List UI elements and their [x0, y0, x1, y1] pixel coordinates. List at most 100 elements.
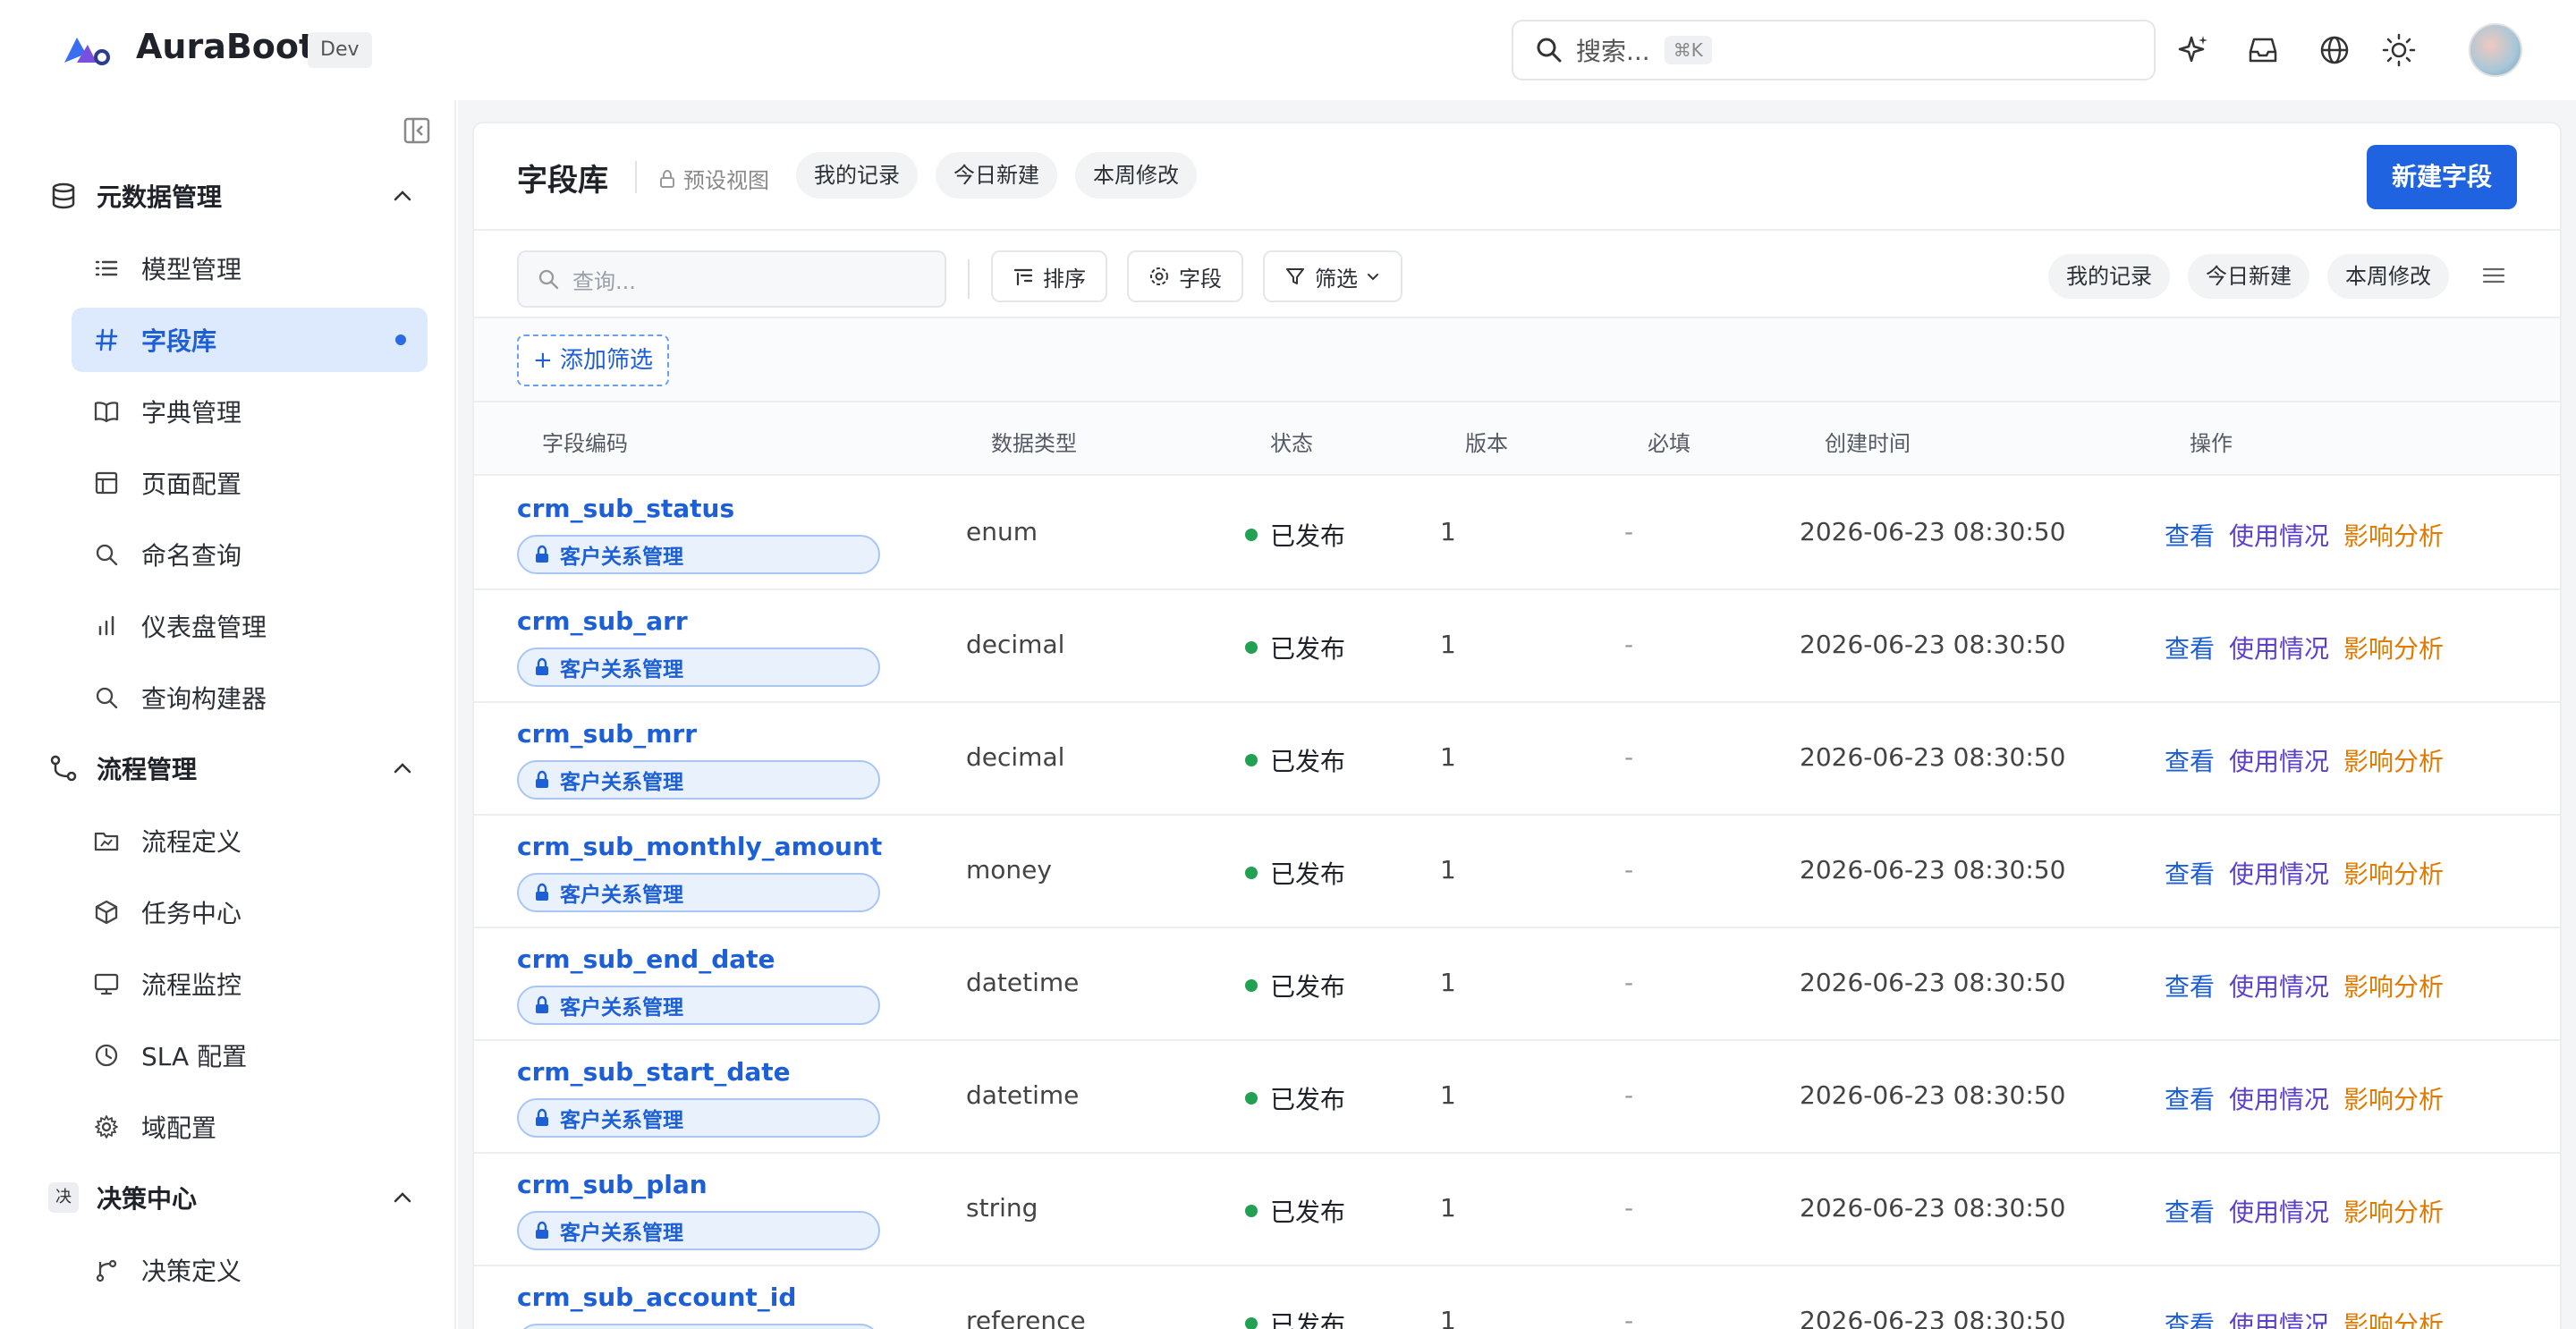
- global-search-input[interactable]: 搜索... ⌘K: [1512, 20, 2156, 80]
- column-header[interactable]: 字段编码: [542, 426, 628, 457]
- preset-view-label[interactable]: 预设视图: [658, 163, 769, 194]
- sort-button[interactable]: 排序: [991, 250, 1107, 302]
- new-field-button[interactable]: 新建字段: [2366, 145, 2517, 209]
- impact-analysis-action-link[interactable]: 影响分析: [2343, 742, 2444, 778]
- lock-icon: [660, 169, 674, 188]
- quick-filter-my-records[interactable]: 我的记录: [796, 152, 918, 199]
- folder-chart-icon: [94, 832, 119, 851]
- field-code-link[interactable]: crm_sub_mrr: [517, 719, 697, 749]
- impact-analysis-action-link[interactable]: 影响分析: [2343, 517, 2444, 553]
- sidebar-group-decision[interactable]: 决 决策中心: [48, 1175, 415, 1220]
- usage-action-link[interactable]: 使用情况: [2229, 855, 2329, 891]
- view-action-link[interactable]: 查看: [2165, 742, 2215, 778]
- sidebar-item-label: 仪表盘管理: [141, 613, 267, 642]
- chevron-up-icon[interactable]: [390, 1185, 415, 1210]
- status-label: 已发布: [1270, 1310, 1346, 1329]
- column-header[interactable]: 版本: [1465, 426, 1508, 457]
- view-action-link[interactable]: 查看: [2165, 1080, 2215, 1116]
- usage-action-link[interactable]: 使用情况: [2229, 1306, 2329, 1329]
- sidebar-group-metadata[interactable]: 元数据管理: [48, 174, 415, 218]
- user-avatar[interactable]: [2469, 23, 2522, 77]
- status-label: 已发布: [1270, 972, 1346, 1002]
- column-header[interactable]: 数据类型: [991, 426, 1077, 457]
- created-time-cell: 2026-06-23 08:30:50: [1800, 968, 2066, 997]
- view-action-link[interactable]: 查看: [2165, 517, 2215, 553]
- add-filter-button[interactable]: + 添加筛选: [517, 334, 670, 386]
- filter-dropdown[interactable]: 筛选: [1263, 250, 1402, 302]
- column-header[interactable]: 必填: [1648, 426, 1690, 457]
- sidebar-item-process-monitor[interactable]: 流程监控: [72, 952, 428, 1016]
- fields-button[interactable]: 字段: [1127, 250, 1243, 302]
- sidebar-item-page-config[interactable]: 页面配置: [72, 451, 428, 515]
- sidebar-item-task-center[interactable]: 任务中心: [72, 880, 428, 944]
- field-code-link[interactable]: crm_sub_start_date: [517, 1057, 791, 1087]
- inbox-icon[interactable]: [2245, 32, 2281, 68]
- impact-analysis-action-link[interactable]: 影响分析: [2343, 855, 2444, 891]
- data-type-cell: decimal: [966, 630, 1065, 659]
- divider: [635, 161, 637, 193]
- field-code-link[interactable]: crm_sub_end_date: [517, 944, 775, 974]
- view-action-link[interactable]: 查看: [2165, 968, 2215, 1003]
- query-placeholder: 查询...: [572, 268, 636, 294]
- menu-icon[interactable]: [2481, 265, 2506, 286]
- usage-action-link[interactable]: 使用情况: [2229, 1193, 2329, 1229]
- module-tag-label: 客户关系管理: [560, 1109, 683, 1132]
- sidebar-item-dashboard[interactable]: 仪表盘管理: [72, 594, 428, 658]
- sidebar-item-field-library[interactable]: 字段库: [72, 308, 428, 372]
- sidebar-item-query-builder[interactable]: 查询构建器: [72, 665, 428, 730]
- sidebar-group-label: 流程管理: [97, 755, 198, 784]
- auraboot-logo-icon[interactable]: [61, 32, 111, 68]
- quick-filter-today-new[interactable]: 今日新建: [2188, 254, 2309, 299]
- usage-action-link[interactable]: 使用情况: [2229, 968, 2329, 1003]
- field-code-link[interactable]: crm_sub_account_id: [517, 1282, 796, 1312]
- table-row[interactable]: crm_sub_monthly_amount 客户关系管理 money 已发布 1 - 20…: [474, 816, 2560, 928]
- sidebar-item-models[interactable]: 模型管理: [72, 236, 428, 301]
- impact-analysis-action-link[interactable]: 影响分析: [2343, 1193, 2444, 1229]
- usage-action-link[interactable]: 使用情况: [2229, 742, 2329, 778]
- sidebar-group-workflow[interactable]: 流程管理: [48, 746, 415, 791]
- column-header[interactable]: 状态: [1270, 426, 1313, 457]
- sidebar-item-dictionary[interactable]: 字典管理: [72, 379, 428, 444]
- search-icon: [1537, 38, 1562, 63]
- query-input[interactable]: 查询...: [517, 250, 946, 308]
- field-code-link[interactable]: crm_sub_arr: [517, 606, 688, 636]
- view-action-link[interactable]: 查看: [2165, 1306, 2215, 1329]
- table-row[interactable]: crm_sub_mrr 客户关系管理 decimal 已发布 1 - 2026-06-23 …: [474, 703, 2560, 816]
- sidebar-item-named-query[interactable]: 命名查询: [72, 522, 428, 587]
- table-row[interactable]: crm_sub_start_date 客户关系管理 datetime 已发布 1 - 202…: [474, 1041, 2560, 1154]
- table-row[interactable]: crm_sub_end_date 客户关系管理 datetime 已发布 1 - 2026-…: [474, 928, 2560, 1041]
- sidebar-collapse-icon[interactable]: [402, 116, 431, 145]
- table-row[interactable]: crm_sub_arr 客户关系管理 decimal 已发布 1 - 2026-06-23 …: [474, 590, 2560, 703]
- table-row[interactable]: crm_sub_status 客户关系管理 enum 已发布 1 - 2026-06-23 …: [474, 478, 2560, 590]
- field-code-link[interactable]: crm_sub_plan: [517, 1170, 708, 1199]
- usage-action-link[interactable]: 使用情况: [2229, 1080, 2329, 1116]
- view-action-link[interactable]: 查看: [2165, 1193, 2215, 1229]
- column-header[interactable]: 创建时间: [1825, 426, 1911, 457]
- chevron-up-icon[interactable]: [390, 756, 415, 781]
- field-code-link[interactable]: crm_sub_monthly_amount: [517, 832, 882, 861]
- table-row[interactable]: crm_sub_plan 客户关系管理 string 已发布 1 - 2026-06-23 …: [474, 1154, 2560, 1266]
- view-action-link[interactable]: 查看: [2165, 630, 2215, 665]
- quick-filter-week-modified[interactable]: 本周修改: [1075, 152, 1197, 199]
- sparkle-icon[interactable]: [2175, 32, 2211, 68]
- quick-filter-today-new[interactable]: 今日新建: [936, 152, 1057, 199]
- module-tag: 客户关系管理: [517, 1324, 880, 1329]
- quick-filter-my-records[interactable]: 我的记录: [2048, 254, 2170, 299]
- chevron-up-icon[interactable]: [390, 183, 415, 208]
- sidebar-item-process-definition[interactable]: 流程定义: [72, 808, 428, 873]
- globe-icon[interactable]: [2317, 32, 2352, 68]
- quick-filter-week-modified[interactable]: 本周修改: [2327, 254, 2449, 299]
- view-action-link[interactable]: 查看: [2165, 855, 2215, 891]
- theme-sun-icon[interactable]: [2381, 32, 2417, 68]
- sidebar-item-decision-definition[interactable]: 决策定义: [72, 1238, 428, 1302]
- impact-analysis-action-link[interactable]: 影响分析: [2343, 630, 2444, 665]
- sidebar-item-domain-config[interactable]: 域配置: [72, 1095, 428, 1159]
- field-code-link[interactable]: crm_sub_status: [517, 494, 734, 523]
- sidebar-item-sla-config[interactable]: SLA 配置: [72, 1023, 428, 1088]
- impact-analysis-action-link[interactable]: 影响分析: [2343, 1306, 2444, 1329]
- usage-action-link[interactable]: 使用情况: [2229, 517, 2329, 553]
- table-row[interactable]: crm_sub_account_id 客户关系管理 reference 已发布 1 - 20…: [474, 1266, 2560, 1329]
- impact-analysis-action-link[interactable]: 影响分析: [2343, 1080, 2444, 1116]
- impact-analysis-action-link[interactable]: 影响分析: [2343, 968, 2444, 1003]
- usage-action-link[interactable]: 使用情况: [2229, 630, 2329, 665]
